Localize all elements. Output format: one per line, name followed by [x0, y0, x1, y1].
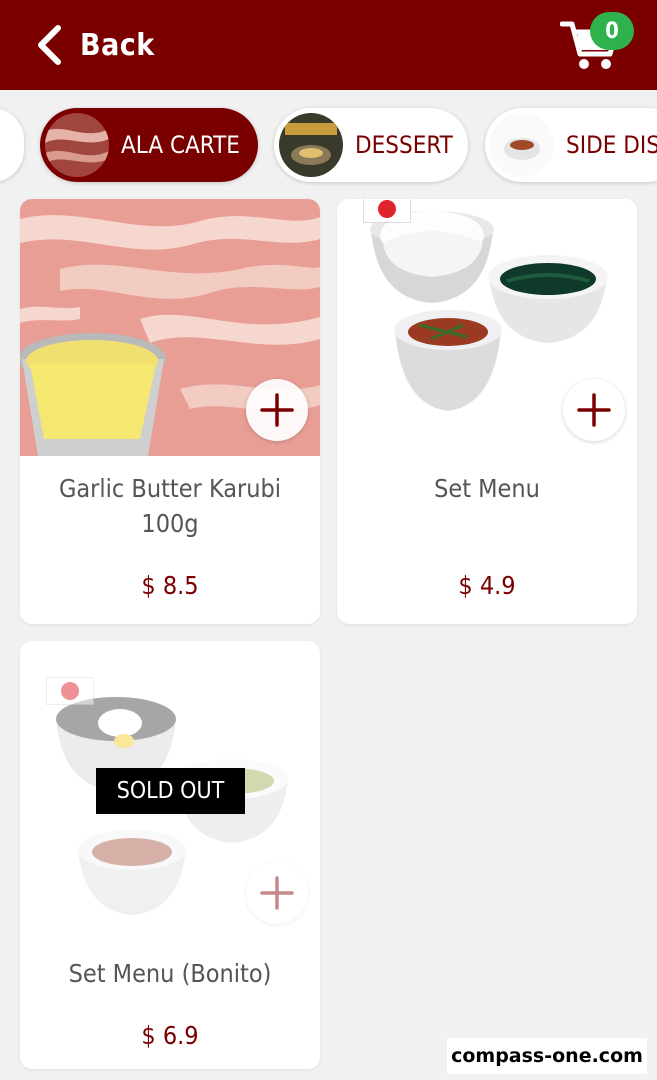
product-name: Set Menu (Bonito)	[68, 959, 272, 988]
plus-icon	[260, 876, 294, 910]
watermark: compass-one.com	[447, 1038, 647, 1074]
add-to-cart-button[interactable]	[246, 862, 308, 924]
category-pill-side-dish[interactable]: SIDE DISH	[485, 108, 657, 182]
plus-icon	[577, 393, 611, 427]
japan-flag-icon	[363, 199, 411, 223]
product-name: Set Menu	[434, 474, 540, 503]
category-label: ALA CARTE	[121, 131, 240, 159]
product-price: $ 8.5	[141, 571, 199, 600]
dessert-thumbnail	[279, 113, 343, 177]
chevron-left-icon	[38, 25, 61, 65]
category-pill-ala-carte[interactable]: ALA CARTE	[40, 108, 258, 182]
category-bar: ALA CARTE DESSERT SIDE DISH	[0, 90, 657, 200]
product-name: Garlic Butter Karubi 100g	[58, 474, 282, 538]
side-dish-thumbnail	[490, 113, 554, 177]
japan-flag-icon	[46, 677, 94, 705]
product-card-set-menu-bonito[interactable]: Set Menu (Bonito) $ 6.9	[20, 641, 320, 1069]
add-to-cart-button[interactable]	[246, 379, 308, 441]
back-label: Back	[80, 27, 155, 63]
category-label: SIDE DISH	[566, 131, 657, 159]
product-card-set-menu[interactable]: Set Menu $ 4.9	[337, 199, 637, 624]
cart-count-badge: 0	[590, 12, 634, 50]
add-to-cart-button[interactable]	[563, 379, 625, 441]
app-header: Back 0	[0, 0, 657, 90]
plus-icon	[260, 393, 294, 427]
ala-carte-thumbnail	[45, 113, 109, 177]
product-card-garlic-butter-karubi[interactable]: Garlic Butter Karubi 100g $ 8.5	[20, 199, 320, 624]
category-label: DESSERT	[355, 131, 453, 159]
sold-out-badge: SOLD OUT	[96, 768, 245, 814]
product-price: $ 4.9	[458, 571, 516, 600]
back-button[interactable]: Back	[36, 22, 155, 68]
product-price: $ 6.9	[141, 1021, 199, 1050]
category-pill-dessert[interactable]: DESSERT	[274, 108, 468, 182]
category-pill-previous[interactable]	[0, 108, 24, 182]
